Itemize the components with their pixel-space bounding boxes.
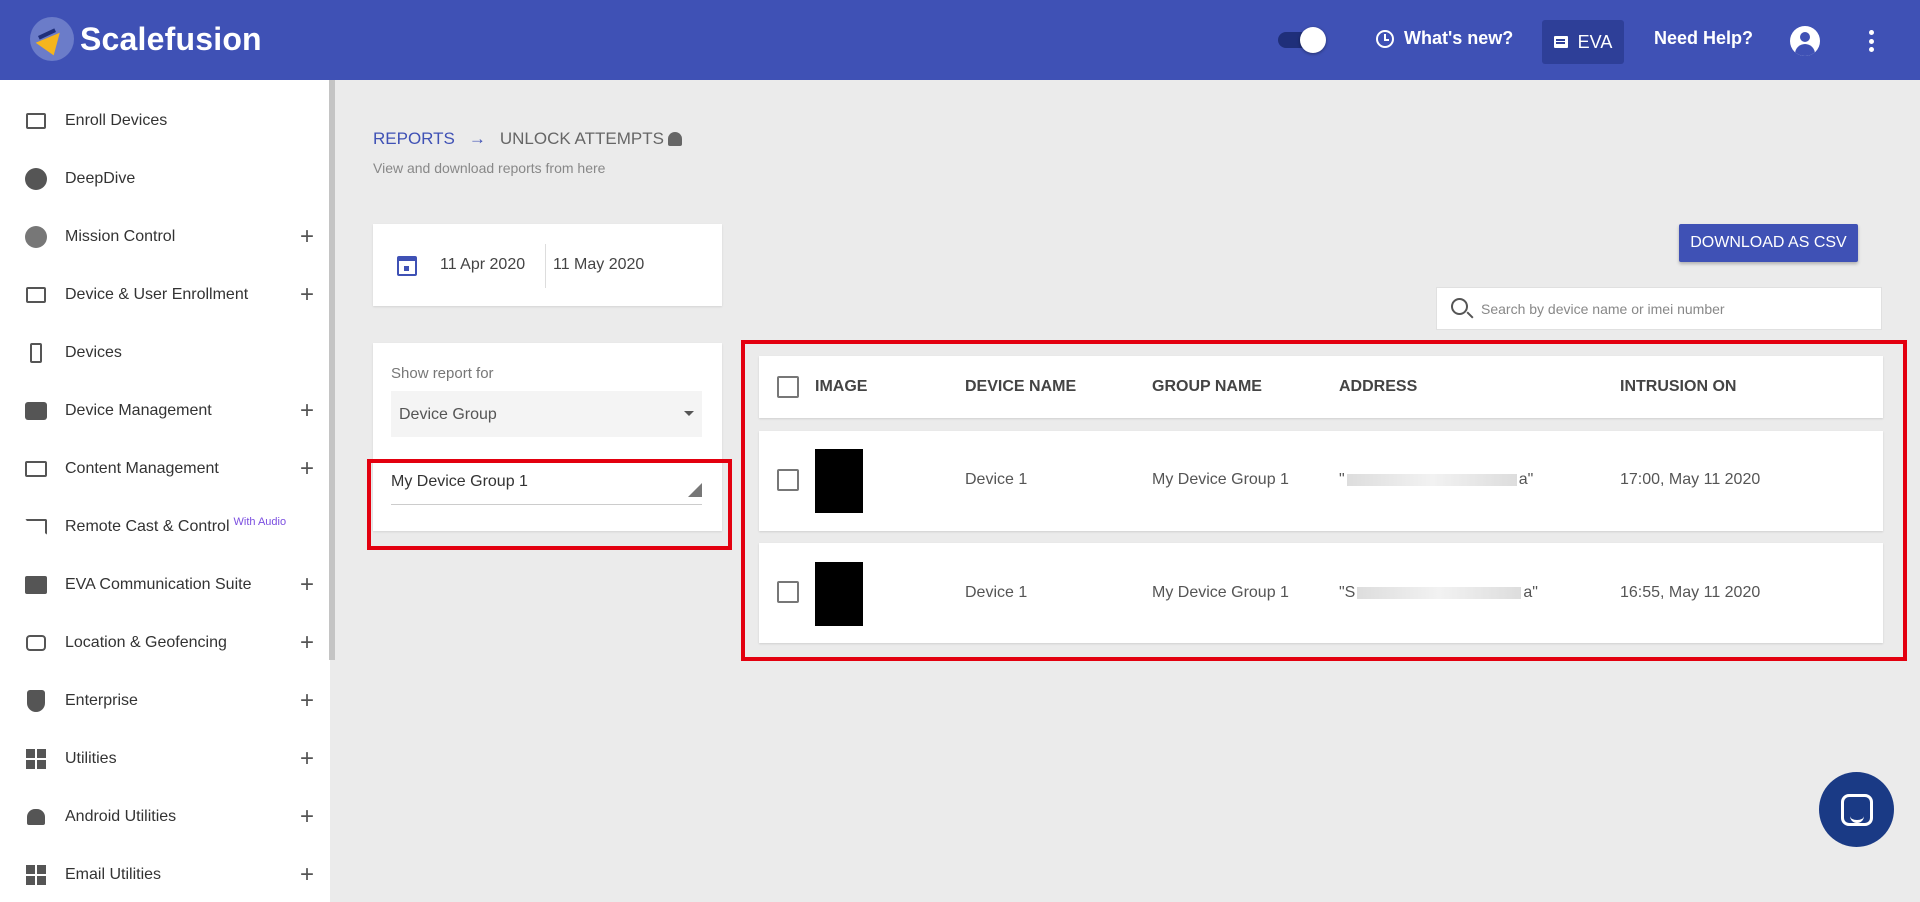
sidebar-scrollbar[interactable] <box>329 80 335 660</box>
sidebar-item-label: Android Utilities <box>65 808 177 825</box>
sidebar-item-label: Enroll Devices <box>65 112 168 129</box>
sidebar-item-label: Enterprise <box>65 692 138 709</box>
brand-logo[interactable]: Scalefusion <box>30 17 262 61</box>
page-subtitle: View and download reports from here <box>373 160 606 176</box>
sidebar-item-enterprise[interactable]: Enterprise + <box>0 672 330 730</box>
need-help-link[interactable]: Need Help? <box>1654 28 1753 49</box>
folder-icon <box>24 457 48 481</box>
sidebar-item-remote-cast-control[interactable]: Remote Cast & Control With Audio <box>0 498 330 556</box>
sidebar-item-devices[interactable]: Devices <box>0 324 330 382</box>
shield-icon <box>24 689 48 713</box>
sidebar-item-label: Device Management <box>65 402 212 419</box>
expand-plus-icon[interactable]: + <box>300 283 314 307</box>
sidebar-item-label: EVA Communication Suite <box>65 576 252 593</box>
calendar-icon <box>397 256 417 276</box>
sidebar-item-enroll-devices[interactable]: Enroll Devices <box>0 92 330 150</box>
search-input[interactable] <box>1481 298 1871 320</box>
brand-name: Scalefusion <box>80 20 262 57</box>
sidebar-item-mission-control[interactable]: Mission Control + <box>0 208 330 266</box>
sidebar-item-email-utilities[interactable]: Email Utilities + <box>0 846 330 902</box>
search-box <box>1436 287 1882 330</box>
expand-plus-icon[interactable]: + <box>300 573 314 597</box>
highlight-box-group-select <box>367 459 732 550</box>
sidebar-item-label: Mission Control <box>65 228 176 245</box>
enroll-devices-icon <box>24 109 48 133</box>
dropdown-caret-icon <box>684 411 694 416</box>
with-audio-badge: With Audio <box>233 516 287 528</box>
date-end[interactable]: 11 May 2020 <box>553 256 644 274</box>
eva-label: EVA <box>1577 31 1613 52</box>
widgets-icon <box>24 863 48 887</box>
mission-control-icon <box>24 225 48 249</box>
expand-plus-icon[interactable]: + <box>300 747 314 771</box>
briefcase-icon <box>24 399 48 423</box>
show-report-for-label: Show report for <box>391 365 494 382</box>
expand-plus-icon[interactable]: + <box>300 631 314 655</box>
sidebar-item-label: DeepDive <box>65 170 136 187</box>
expand-plus-icon[interactable]: + <box>300 399 314 423</box>
highlight-box-table <box>741 340 1907 661</box>
top-app-bar: Scalefusion What's new? EVA Need Help? <box>0 0 1920 80</box>
need-help-label: Need Help? <box>1654 28 1754 48</box>
report-type-select[interactable]: Device Group <box>391 391 702 437</box>
sidebar-item-utilities[interactable]: Utilities + <box>0 730 330 788</box>
report-type-value: Device Group <box>399 406 497 423</box>
breadcrumb-reports-link[interactable]: REPORTS <box>373 129 455 149</box>
expand-plus-icon[interactable]: + <box>300 805 314 829</box>
date-range-picker[interactable]: 11 Apr 2020 11 May 2020 <box>373 224 722 306</box>
breadcrumb: REPORTS → UNLOCK ATTEMPTS <box>373 129 682 149</box>
page-title: UNLOCK ATTEMPTS <box>499 129 664 148</box>
widgets-icon <box>24 747 48 771</box>
clock-icon <box>1376 29 1394 48</box>
sidebar-item-android-utilities[interactable]: Android Utilities + <box>0 788 330 846</box>
android-icon <box>24 805 48 829</box>
sidebar-item-deepdive[interactable]: DeepDive <box>0 150 330 208</box>
expand-plus-icon[interactable]: + <box>300 457 314 481</box>
sidebar-item-label: Email Utilities <box>65 866 162 883</box>
sidebar-item-label: Content Management <box>65 460 219 477</box>
date-divider <box>545 244 546 288</box>
sidebar-item-device-management[interactable]: Device Management + <box>0 382 330 440</box>
expand-plus-icon[interactable]: + <box>300 225 314 249</box>
download-csv-button[interactable]: DOWNLOAD AS CSV <box>1679 224 1858 262</box>
chat-icon <box>24 573 48 597</box>
sidebar-item-text: Remote Cast & Control <box>65 518 230 535</box>
whats-new-link[interactable]: What's new? <box>1376 28 1513 49</box>
expand-plus-icon[interactable]: + <box>300 863 314 887</box>
sidebar-item-label: Devices <box>65 344 122 361</box>
chat-bubble-icon <box>1840 793 1873 826</box>
sidebar-item-eva-communication-suite[interactable]: EVA Communication Suite + <box>0 556 330 614</box>
sidebar-item-label: Utilities <box>65 750 117 767</box>
dashboard-gauge-icon <box>24 167 48 191</box>
sidebar-item-content-management[interactable]: Content Management + <box>0 440 330 498</box>
message-icon <box>1553 36 1568 48</box>
map-pin-icon <box>24 631 48 655</box>
sidebar-item-label: Location & Geofencing <box>65 634 227 651</box>
device-enrollment-icon <box>24 283 48 307</box>
sidebar-item-location-geofencing[interactable]: Location & Geofencing + <box>0 614 330 672</box>
theme-toggle[interactable] <box>1278 27 1328 53</box>
sidebar-item-label: Remote Cast & Control With Audio <box>65 516 287 536</box>
sidebar-item-label: Device & User Enrollment <box>65 286 249 303</box>
cast-icon <box>24 515 48 539</box>
phone-icon <box>24 341 48 365</box>
eva-button[interactable]: EVA <box>1542 20 1624 64</box>
sidebar: Enroll Devices DeepDive Mission Control … <box>0 80 330 902</box>
search-icon <box>1451 298 1468 315</box>
whats-new-label: What's new? <box>1404 28 1514 48</box>
scalefusion-logo-icon <box>30 17 74 61</box>
support-chat-button[interactable] <box>1819 772 1894 847</box>
account-circle-icon[interactable] <box>1790 26 1820 56</box>
date-start[interactable]: 11 Apr 2020 <box>440 256 525 274</box>
expand-plus-icon[interactable]: + <box>300 689 314 713</box>
android-icon <box>667 132 682 146</box>
more-vert-icon[interactable] <box>1868 30 1874 52</box>
sidebar-item-device-user-enrollment[interactable]: Device & User Enrollment + <box>0 266 330 324</box>
breadcrumb-arrow: → <box>468 129 486 148</box>
